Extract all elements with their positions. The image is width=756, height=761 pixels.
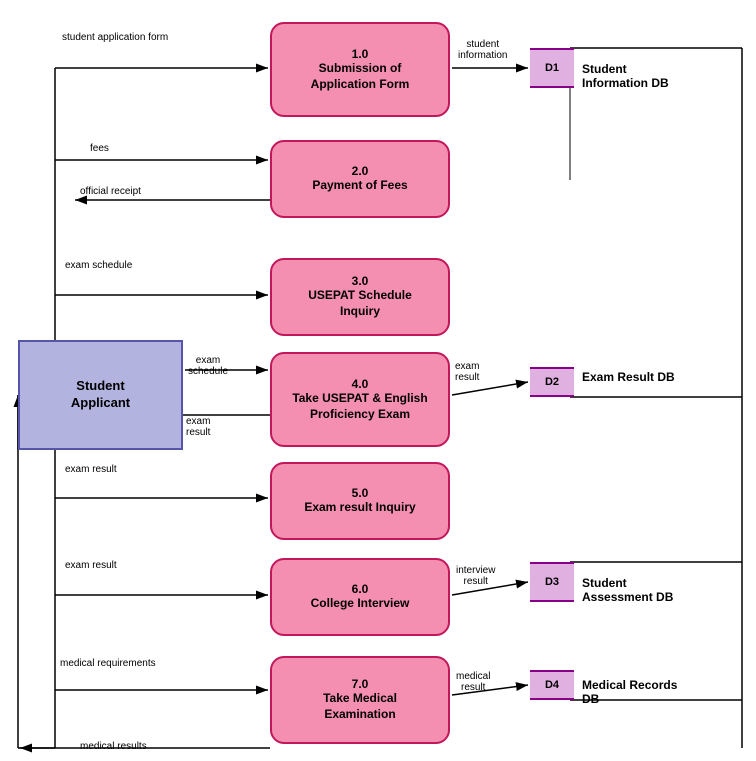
process-3-label: USEPAT Schedule Inquiry xyxy=(308,288,412,319)
d2-code: D2 xyxy=(545,376,559,388)
student-applicant-label: Student Applicant xyxy=(71,378,130,412)
flow-label-11: interview result xyxy=(456,554,495,587)
flow-label-8: exam result xyxy=(186,405,210,438)
process-7: 7.0 Take Medical Examination xyxy=(270,656,450,744)
process-7-label: Take Medical Examination xyxy=(323,691,397,722)
process-6-num: 6.0 xyxy=(352,582,369,596)
flow-label-5: exam schedule xyxy=(65,260,132,271)
flow-label-10: exam result xyxy=(65,560,117,571)
process-2-label: Payment of Fees xyxy=(312,178,407,194)
flow-label-1: student application form xyxy=(62,32,168,43)
process-3-num: 3.0 xyxy=(352,274,369,288)
process-6-label: College Interview xyxy=(311,596,410,612)
flow-label-7: exam result xyxy=(455,350,479,383)
process-4-num: 4.0 xyxy=(352,377,369,391)
data-store-d1: D1 xyxy=(530,48,574,88)
flow-label-12: medical requirements xyxy=(60,658,156,669)
d4-label: Medical Records DB xyxy=(582,664,677,706)
student-applicant-entity: Student Applicant xyxy=(18,340,183,450)
process-1-num: 1.0 xyxy=(352,47,369,61)
flow-label-4: official receipt xyxy=(80,186,141,197)
d4-code: D4 xyxy=(545,679,559,691)
data-store-d3: D3 xyxy=(530,562,574,602)
process-7-num: 7.0 xyxy=(352,677,369,691)
process-2-num: 2.0 xyxy=(352,164,369,178)
d1-label: Student Information DB xyxy=(582,48,669,90)
process-6: 6.0 College Interview xyxy=(270,558,450,636)
flow-label-9: exam result xyxy=(65,464,117,475)
d1-code: D1 xyxy=(545,62,559,74)
data-store-d4: D4 xyxy=(530,670,574,700)
process-4-label: Take USEPAT & English Proficiency Exam xyxy=(292,391,427,422)
d3-code: D3 xyxy=(545,576,559,588)
process-4: 4.0 Take USEPAT & English Proficiency Ex… xyxy=(270,352,450,447)
process-1-label: Submission of Application Form xyxy=(311,61,410,92)
flow-label-2: student information xyxy=(458,28,507,61)
flow-label-14: medical results xyxy=(80,741,147,752)
process-5-label: Exam result Inquiry xyxy=(304,500,415,516)
process-3: 3.0 USEPAT Schedule Inquiry xyxy=(270,258,450,336)
process-5-num: 5.0 xyxy=(352,486,369,500)
data-store-d2: D2 xyxy=(530,367,574,397)
process-5: 5.0 Exam result Inquiry xyxy=(270,462,450,540)
d2-label: Exam Result DB xyxy=(582,370,675,384)
flow-label-6: exam schedule xyxy=(188,344,228,377)
diagram: Student Applicant 1.0 Submission of Appl… xyxy=(0,0,756,761)
flow-label-3: fees xyxy=(90,143,109,154)
process-1: 1.0 Submission of Application Form xyxy=(270,22,450,117)
flow-label-13: medical result xyxy=(456,660,490,693)
process-2: 2.0 Payment of Fees xyxy=(270,140,450,218)
d3-label: Student Assessment DB xyxy=(582,562,673,604)
